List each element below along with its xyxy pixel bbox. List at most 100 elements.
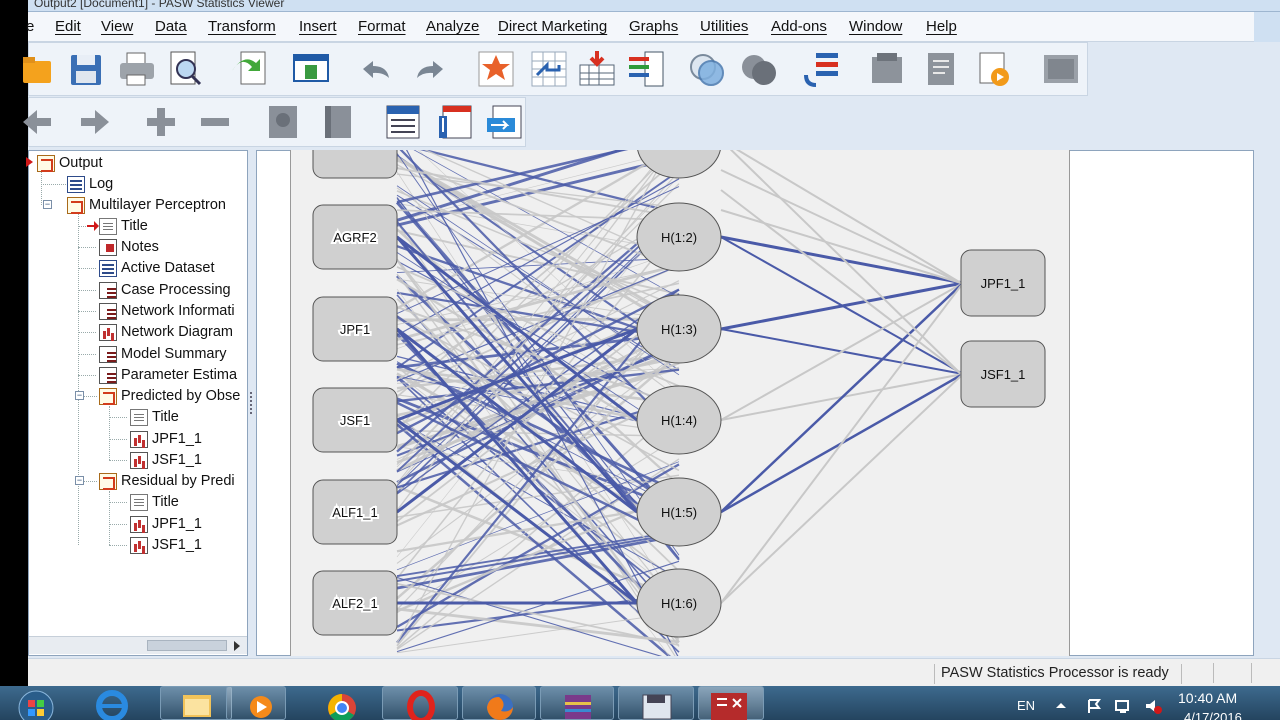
print-preview-icon[interactable] <box>166 49 206 89</box>
tree-item-title[interactable]: Title <box>99 216 148 236</box>
tree-label-residual-jpf1: JPF1_1 <box>152 516 202 532</box>
show-hidden-icons-icon[interactable] <box>1054 700 1068 710</box>
chart-icon <box>130 536 148 554</box>
menu-direct-marketing[interactable]: Direct Marketing <box>498 18 607 35</box>
input-node[interactable] <box>312 119 398 179</box>
menu-transform[interactable]: Transform <box>208 18 276 35</box>
expand-plus-icon[interactable] <box>141 102 181 142</box>
volume-muted-icon[interactable] <box>1144 698 1162 714</box>
tree-item-residual-by-predicted[interactable]: Residual by Predi <box>99 471 235 491</box>
tree-item-case-processing[interactable]: Case Processing <box>99 280 231 300</box>
undo-icon[interactable] <box>357 49 397 89</box>
goto-case-icon[interactable] <box>529 49 569 89</box>
tree-item-notes[interactable]: Notes <box>99 237 159 257</box>
internet-explorer-icon[interactable] <box>92 688 132 720</box>
tree-label-log: Log <box>89 176 114 192</box>
network-connection <box>396 611 680 654</box>
value-labels-icon[interactable] <box>739 49 779 89</box>
insert-heading-icon[interactable] <box>383 102 423 142</box>
print-icon[interactable] <box>117 49 157 89</box>
tree-horizontal-scrollbar[interactable] <box>29 636 247 654</box>
collapse-predicted-icon[interactable]: − <box>75 391 84 400</box>
hidden-node-label: H(1:2) <box>661 230 697 245</box>
menu-help[interactable]: Help <box>926 18 957 35</box>
taskbar-pasw-data[interactable] <box>618 686 694 720</box>
disabled-panel-icon[interactable] <box>1041 49 1081 89</box>
network-icon[interactable] <box>1114 698 1132 714</box>
menu-edit[interactable]: Edit <box>55 18 81 35</box>
demote-arrow-right-icon[interactable] <box>73 102 113 142</box>
scrollbar-thumb[interactable] <box>147 640 227 651</box>
scroll-right-icon[interactable] <box>231 640 243 652</box>
taskbar-date[interactable]: 4/17/2016 <box>1184 710 1242 720</box>
menu-format[interactable]: Format <box>358 18 406 35</box>
run-script-icon[interactable] <box>974 49 1014 89</box>
tree-item-parameter-estimates[interactable]: Parameter Estima <box>99 365 237 385</box>
taskbar-clock[interactable]: 10:40 AM <box>1178 690 1237 706</box>
menu-analyze[interactable]: Analyze <box>426 18 479 35</box>
tree-item-residual-jpf1[interactable]: JPF1_1 <box>130 514 202 534</box>
collapse-residual-icon[interactable]: − <box>75 476 84 485</box>
show-icon[interactable] <box>263 102 303 142</box>
taskbar-winrar[interactable] <box>540 686 614 720</box>
tree-item-log[interactable]: Log <box>67 174 113 194</box>
insert-text-icon[interactable] <box>485 102 525 142</box>
tree-label-parameter-estimates: Parameter Estima <box>121 367 238 383</box>
insert-title-icon[interactable] <box>435 102 475 142</box>
menu-window[interactable]: Window <box>849 18 902 35</box>
collapse-multilayer-icon[interactable]: − <box>43 200 52 209</box>
tree-item-residual-jsf1[interactable]: JSF1_1 <box>130 535 202 555</box>
variables-icon[interactable] <box>627 49 667 89</box>
hide-icon[interactable] <box>317 102 357 142</box>
taskbar-media-player[interactable] <box>226 686 286 720</box>
action-center-flag-icon[interactable] <box>1086 698 1102 714</box>
tree-item-predicted-jpf1[interactable]: JPF1_1 <box>130 429 202 449</box>
menu-data[interactable]: Data <box>155 18 187 35</box>
export-icon[interactable] <box>229 49 269 89</box>
tree-item-active-dataset[interactable]: Active Dataset <box>99 258 215 278</box>
outline-tree-pane: Output Log − Multilayer Perceptron Title… <box>26 150 248 656</box>
chrome-icon[interactable] <box>322 688 362 720</box>
tree-label-network-information: Network Informati <box>121 303 235 319</box>
pane-splitter[interactable] <box>248 150 256 656</box>
tree-item-residual-title[interactable]: Title <box>130 492 179 512</box>
log-icon <box>67 175 85 193</box>
tree-item-network-diagram[interactable]: Network Diagram <box>99 322 233 342</box>
taskbar-explorer[interactable] <box>160 686 232 720</box>
tree-item-predicted-by-observed[interactable]: Predicted by Obse <box>99 386 240 406</box>
script-icon[interactable] <box>922 49 962 89</box>
tree-item-multilayer-perceptron[interactable]: Multilayer Perceptron <box>67 195 226 215</box>
tree-item-predicted-jsf1[interactable]: JSF1_1 <box>130 450 202 470</box>
insert-variable-icon[interactable] <box>577 49 617 89</box>
menu-graphs[interactable]: Graphs <box>629 18 678 35</box>
use-variable-sets-icon[interactable] <box>802 49 842 89</box>
promote-arrow-left-icon[interactable] <box>19 102 59 142</box>
tree-item-output[interactable]: Output <box>37 153 103 173</box>
language-indicator[interactable]: EN <box>1017 698 1035 713</box>
menu-partial-file[interactable]: e <box>26 18 34 35</box>
tree-item-network-information[interactable]: Network Informati <box>99 301 235 321</box>
taskbar-pasw-viewer[interactable] <box>698 686 764 720</box>
tree-item-model-summary[interactable]: Model Summary <box>99 344 227 364</box>
recall-dialog-icon[interactable] <box>291 49 331 89</box>
table-icon <box>99 366 117 384</box>
taskbar-opera[interactable] <box>382 686 458 720</box>
status-text: PASW Statistics Processor is ready <box>934 664 1182 684</box>
menu-insert[interactable]: Insert <box>299 18 337 35</box>
open-folder-icon[interactable] <box>21 49 61 89</box>
save-icon[interactable] <box>67 49 107 89</box>
menu-add-ons[interactable]: Add-ons <box>771 18 827 35</box>
tree-item-predicted-title[interactable]: Title <box>130 407 179 427</box>
select-cases-icon[interactable] <box>687 49 727 89</box>
menu-utilities[interactable]: Utilities <box>700 18 748 35</box>
start-button-icon[interactable] <box>18 688 58 720</box>
menu-view[interactable]: View <box>101 18 133 35</box>
designate-window-icon[interactable] <box>867 49 907 89</box>
goto-data-icon[interactable] <box>476 49 516 89</box>
redo-icon[interactable] <box>409 49 449 89</box>
collapse-minus-icon[interactable] <box>195 102 235 142</box>
window-title: Output2 [Document1] - PASW Statistics Vi… <box>34 0 285 10</box>
output-node-label: JPF1_1 <box>981 276 1026 291</box>
taskbar-firefox[interactable] <box>462 686 536 720</box>
network-diagram-chart[interactable]: AGRF2 AGRF2 JPF1 JPF1 JSF1 JSF1 ALF1_1 ALF1_1 AL… <box>290 109 1070 670</box>
